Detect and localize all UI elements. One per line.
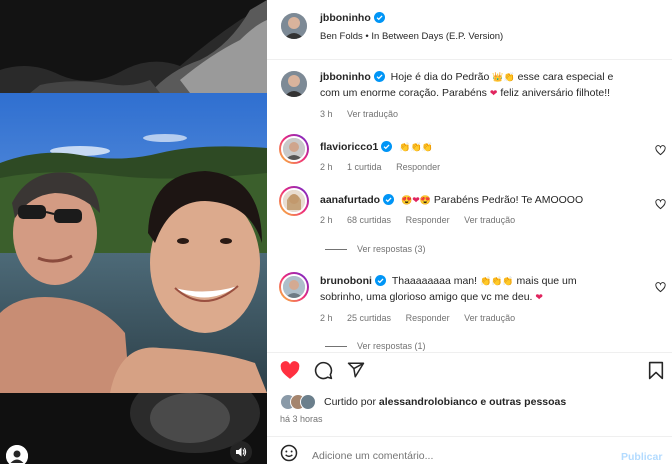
view-replies-label[interactable]: Ver respostas (1) (357, 341, 426, 351)
caption-text-part2: esse cara especial e (517, 71, 614, 83)
clap-emoji-icon: 👏👏👏 (399, 142, 433, 152)
post-details-panel: jbboninho Ben Folds • In Between Days (E… (267, 0, 672, 464)
comment-reply[interactable]: Responder (406, 313, 450, 323)
caption-text: jbboninho Hoje é dia do Pedrão 👑👏 esse c… (320, 69, 665, 101)
liked-by-text: Curtido por alessandrolobianco e outras … (324, 396, 566, 408)
comment-likes[interactable]: 1 curtida (347, 162, 382, 172)
caption-text-part1: Hoje é dia do Pedrão (390, 71, 490, 83)
heart-eyes-emoji-icon: 😍 (401, 195, 413, 205)
media-bottom-dark-area (0, 373, 267, 464)
emoji-icon[interactable] (280, 444, 298, 462)
red-heart-emoji-icon: ❤ (535, 292, 543, 302)
comment-text: aanafurtado 😍❤😍 Parabéns Pedrão! Te AMOO… (320, 192, 583, 208)
comment-body-line1b: mais que um (516, 275, 577, 287)
media-top-dark-area (0, 0, 267, 93)
crown-emoji-icon: 👑 (492, 72, 504, 82)
verified-icon (374, 275, 386, 286)
comment-icon[interactable] (314, 361, 333, 380)
user-icon (6, 445, 28, 464)
comment-meta: 2 h 68 curtidas Responder Ver tradução (320, 215, 527, 225)
red-heart-emoji-icon: ❤ (412, 195, 420, 205)
clap-emoji-icon: 👏 (503, 72, 515, 82)
verified-icon (383, 194, 395, 205)
caption-time: 3 h (320, 109, 333, 119)
author-info: jbboninho (320, 12, 385, 24)
bookmark-icon[interactable] (648, 361, 664, 380)
comment-avatar[interactable] (279, 134, 309, 164)
comment-avatar[interactable] (279, 272, 309, 302)
caption-text-line2a: com um enorme coração. Parabéns (320, 87, 487, 99)
comment-username[interactable]: aanafurtado (320, 194, 380, 206)
comment-avatar[interactable] (279, 186, 309, 216)
verified-icon (373, 12, 385, 23)
view-replies-button[interactable]: Ver respostas (1) (325, 341, 426, 351)
red-heart-emoji-icon: ❤ (489, 88, 498, 98)
comment-reply[interactable]: Responder (396, 162, 440, 172)
heart-icon[interactable] (655, 282, 666, 293)
view-replies-label[interactable]: Ver respostas (3) (357, 244, 426, 254)
comment-body: Parabéns Pedrão! Te AMOOOO (433, 194, 584, 206)
author-username[interactable]: jbboninho (320, 12, 371, 24)
publish-button[interactable]: Publicar (621, 451, 662, 463)
comment-text: brunoboni Thaaaaaaaa man! 👏👏👏 mais que u… (320, 273, 665, 305)
comment-meta: 2 h 1 curtida Responder (320, 162, 452, 172)
liker-avatar (300, 394, 316, 410)
comment-time: 2 h (320, 313, 333, 323)
comment-likes[interactable]: 68 curtidas (347, 215, 391, 225)
liked-by-prefix: Curtido por (324, 396, 376, 408)
comment-see-translation[interactable]: Ver tradução (464, 313, 515, 323)
clap-emoji-icon: 👏👏👏 (479, 276, 514, 286)
comment-time: 2 h (320, 215, 333, 225)
comment-username[interactable]: brunoboni (320, 275, 372, 287)
comment-body-line2: sobrinho, uma glorioso amigo que vc me d… (320, 291, 533, 303)
caption-avatar[interactable] (281, 71, 307, 97)
caption-see-translation[interactable]: Ver tradução (347, 109, 398, 119)
comment-composer: Publicar (267, 436, 672, 464)
post-media[interactable] (0, 0, 267, 464)
verified-icon (381, 141, 393, 152)
verified-icon (373, 71, 385, 82)
replies-divider (325, 345, 347, 347)
sound-icon (236, 447, 247, 457)
tagged-users-button[interactable] (6, 445, 28, 464)
audio-track[interactable]: Ben Folds • In Between Days (E.P. Versio… (320, 31, 503, 42)
heart-icon[interactable] (655, 199, 666, 210)
view-replies-button[interactable]: Ver respostas (3) (325, 244, 426, 254)
caption-text-line2b: feliz aniversário filhote!! (500, 87, 611, 99)
caption-username[interactable]: jbboninho (320, 71, 371, 83)
share-icon[interactable] (347, 361, 365, 379)
liked-by-user[interactable]: alessandrolobianco (379, 396, 478, 408)
comment-username[interactable]: flavioricco1 (320, 141, 378, 153)
liked-by-others[interactable]: e outras pessoas (480, 396, 566, 408)
comment-input[interactable] (312, 447, 612, 464)
sound-toggle-button[interactable] (230, 441, 252, 463)
post-photo (0, 93, 267, 393)
comment-likes[interactable]: 25 curtidas (347, 313, 391, 323)
comment-body-line1a: Thaaaaaaaa man! (391, 275, 478, 287)
author-avatar[interactable] (281, 13, 307, 39)
liked-by-avatars[interactable] (280, 394, 324, 410)
heart-icon[interactable] (280, 361, 300, 380)
comment-time: 2 h (320, 162, 333, 172)
comment-see-translation[interactable]: Ver tradução (464, 215, 515, 225)
caption-meta: 3 h Ver tradução (320, 109, 410, 119)
heart-icon[interactable] (655, 145, 666, 156)
rock-texture (0, 0, 267, 93)
post-time: há 3 horas (280, 414, 323, 424)
post-header: jbboninho Ben Folds • In Between Days (E… (267, 0, 672, 60)
comment-text: flavioricco1 👏👏👏 (320, 139, 433, 155)
replies-divider (325, 248, 347, 250)
comment-reply[interactable]: Responder (406, 215, 450, 225)
heart-eyes-emoji-icon: 😍 (419, 195, 431, 205)
comment-meta: 2 h 25 curtidas Responder Ver tradução (320, 313, 527, 323)
